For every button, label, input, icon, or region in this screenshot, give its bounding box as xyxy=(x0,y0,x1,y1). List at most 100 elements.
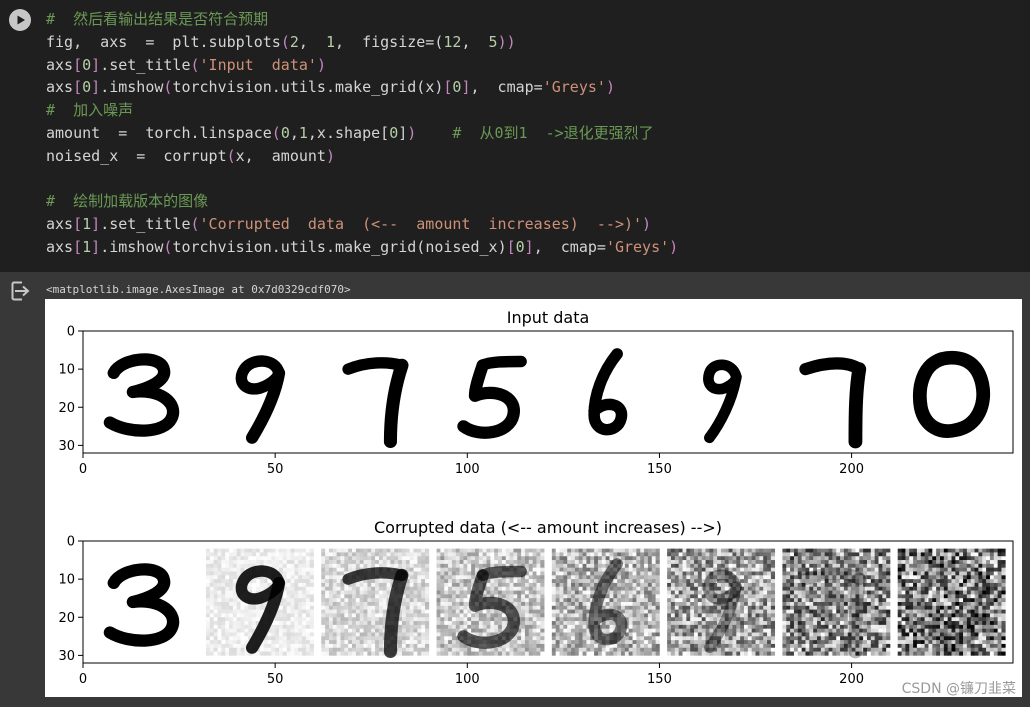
noise-pixel xyxy=(674,575,679,580)
noise-pixel xyxy=(213,552,218,557)
noise-pixel xyxy=(578,624,583,629)
noise-pixel xyxy=(498,586,503,591)
noise-pixel xyxy=(436,651,441,656)
noise-pixel xyxy=(682,590,687,595)
noise-pixel xyxy=(747,636,752,641)
noise-pixel xyxy=(267,636,272,641)
noise-pixel xyxy=(286,647,291,652)
noise-pixel xyxy=(340,598,345,603)
code-token: torchvision.utils.make_grid xyxy=(172,78,417,97)
noise-pixel xyxy=(463,582,468,588)
x-tick-label: 50 xyxy=(267,462,284,477)
noise-pixel xyxy=(352,563,357,568)
noise-pixel xyxy=(874,609,879,614)
noise-pixel xyxy=(225,582,230,588)
noise-pixel xyxy=(682,621,687,626)
noise-pixel xyxy=(229,651,234,656)
noise-pixel xyxy=(302,621,307,626)
noise-pixel xyxy=(482,560,487,565)
noise-pixel xyxy=(747,617,752,622)
noise-pixel xyxy=(759,624,764,629)
noise-pixel xyxy=(632,605,637,610)
noise-pixel xyxy=(817,594,822,599)
noise-pixel xyxy=(628,563,633,568)
noise-pixel xyxy=(332,563,337,568)
noise-pixel xyxy=(989,556,995,561)
noise-pixel xyxy=(882,590,887,595)
noise-pixel xyxy=(582,647,587,652)
noise-pixel xyxy=(786,640,791,645)
noise-pixel xyxy=(597,567,603,572)
noise-pixel xyxy=(555,628,560,633)
noise-pixel xyxy=(855,552,860,557)
noise-pixel xyxy=(571,575,576,580)
noise-pixel xyxy=(866,586,872,591)
noise-pixel xyxy=(882,571,887,576)
noise-pixel xyxy=(509,651,514,656)
noise-pixel xyxy=(886,617,891,622)
noise-pixel xyxy=(809,594,814,599)
noise-pixel xyxy=(832,640,837,645)
noise-pixel xyxy=(809,621,814,626)
noise-pixel xyxy=(471,571,476,576)
noise-pixel xyxy=(340,628,345,633)
noise-pixel xyxy=(286,598,291,603)
y-tick-label: 10 xyxy=(58,363,75,378)
noise-pixel xyxy=(640,640,645,645)
noise-pixel xyxy=(536,613,541,618)
noise-pixel xyxy=(609,594,614,599)
noise-pixel xyxy=(344,602,349,607)
noise-pixel xyxy=(451,563,457,568)
noise-pixel xyxy=(790,560,795,565)
noise-pixel xyxy=(536,647,541,652)
noise-pixel xyxy=(574,575,580,580)
noise-pixel xyxy=(732,556,737,561)
noise-pixel xyxy=(501,582,507,588)
noise-pixel xyxy=(820,640,825,645)
noise-pixel xyxy=(874,579,879,584)
noise-pixel xyxy=(801,643,806,649)
noise-pixel xyxy=(305,621,311,626)
noise-pixel xyxy=(782,598,787,603)
noise-pixel xyxy=(605,647,610,652)
noise-pixel xyxy=(448,563,453,568)
output-redirect-icon[interactable] xyxy=(11,281,33,301)
noise-pixel xyxy=(352,632,357,637)
noise-pixel xyxy=(574,640,580,645)
noise-pixel xyxy=(463,560,468,565)
noise-pixel xyxy=(528,575,533,580)
noise-pixel xyxy=(747,598,752,603)
noise-pixel xyxy=(828,582,833,588)
noise-pixel xyxy=(363,632,368,637)
noise-pixel xyxy=(613,594,618,599)
noise-pixel xyxy=(851,548,856,553)
noise-pixel xyxy=(697,556,703,561)
noise-pixel xyxy=(305,590,311,595)
noise-pixel xyxy=(444,552,449,557)
noise-pixel xyxy=(578,647,583,652)
run-cell-button[interactable] xyxy=(9,9,31,31)
noise-pixel xyxy=(513,598,518,603)
noise-pixel xyxy=(801,628,806,633)
noise-pixel xyxy=(655,621,660,626)
noise-pixel xyxy=(878,632,883,637)
noise-pixel xyxy=(939,552,945,557)
noise-pixel xyxy=(528,651,533,656)
noise-pixel xyxy=(359,632,364,637)
noise-pixel xyxy=(751,571,756,576)
noise-pixel xyxy=(797,598,802,603)
noise-pixel xyxy=(624,643,630,649)
noise-pixel xyxy=(336,563,341,568)
noise-pixel xyxy=(255,586,261,591)
noise-pixel xyxy=(667,647,672,652)
noise-pixel xyxy=(244,552,249,557)
noise-pixel xyxy=(886,556,891,561)
noise-pixel xyxy=(332,647,337,652)
code-editor[interactable]: # 然后看输出结果是否符合预期 fig, axs = plt.subplots(2… xyxy=(46,8,678,259)
noise-pixel xyxy=(401,621,407,626)
code-cell[interactable]: # 然后看输出结果是否符合预期 fig, axs = plt.subplots(2… xyxy=(0,0,1030,272)
noise-pixel xyxy=(540,624,545,629)
noise-pixel xyxy=(736,609,741,614)
noise-pixel xyxy=(866,560,872,565)
noise-pixel xyxy=(863,643,868,649)
